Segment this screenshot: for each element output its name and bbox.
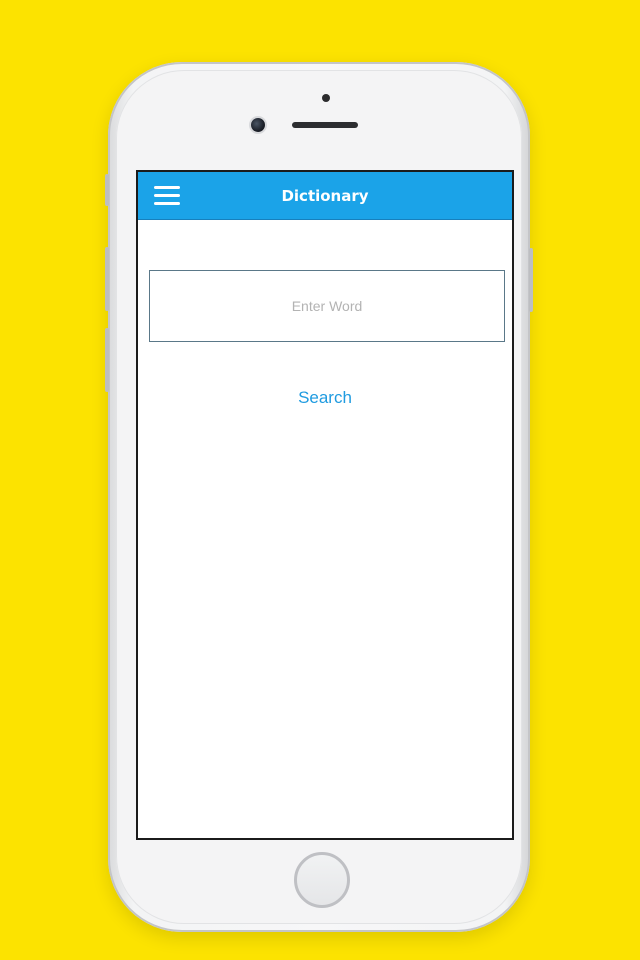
page-title: Dictionary [281,187,369,205]
app-bar: Dictionary [138,172,512,220]
stage-background: Dictionary Search [0,0,640,960]
power-button [529,248,533,312]
proximity-sensor [322,94,330,102]
search-button[interactable]: Search [138,388,512,408]
phone-face: Dictionary Search [116,70,522,924]
volume-up-button [105,247,109,311]
volume-down-button [105,328,109,392]
front-camera-icon [251,118,265,132]
phone-screen: Dictionary Search [136,170,514,840]
earpiece-speaker [292,122,358,128]
word-search-input[interactable] [149,270,505,342]
mute-switch [105,174,109,206]
phone-device-frame: Dictionary Search [105,62,533,932]
home-button[interactable] [294,852,350,908]
